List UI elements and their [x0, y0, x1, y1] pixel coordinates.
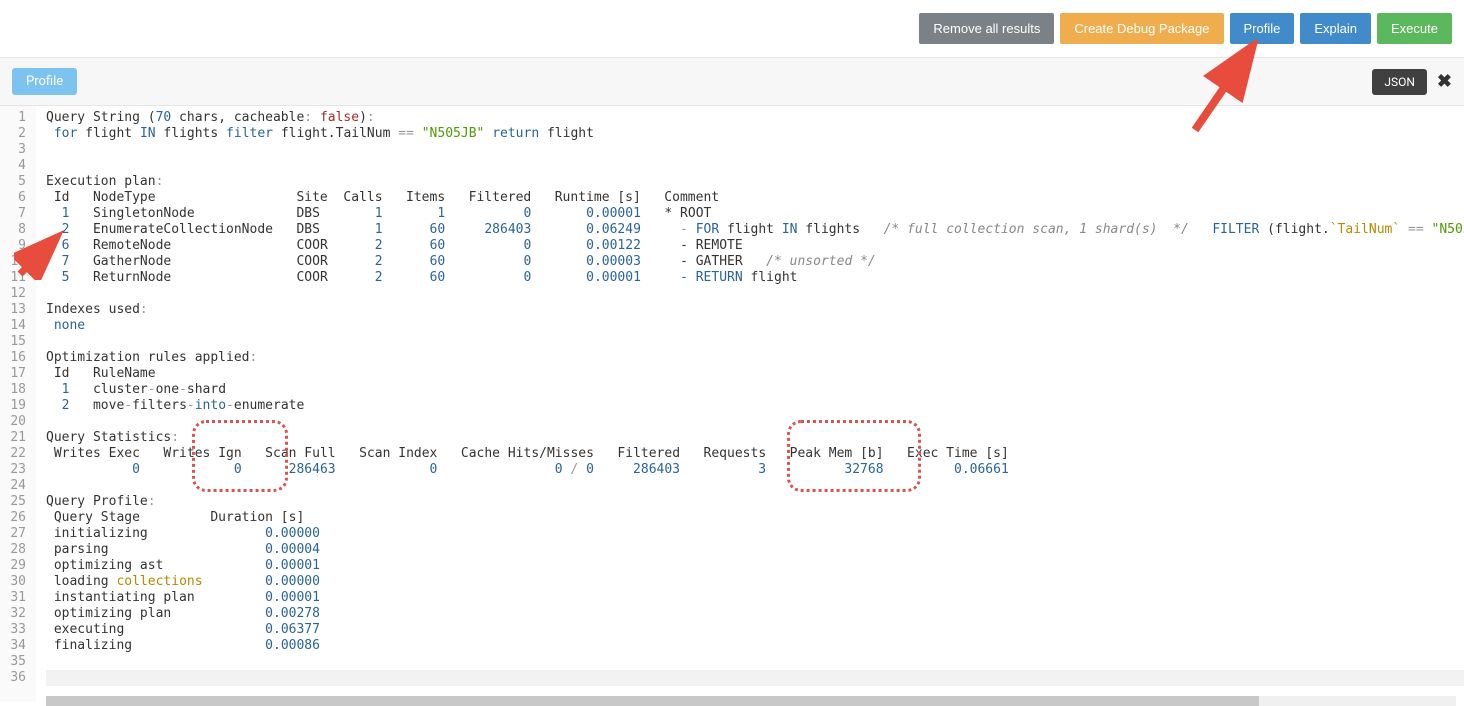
- remove-all-results-button[interactable]: Remove all results: [919, 13, 1054, 44]
- create-debug-package-button[interactable]: Create Debug Package: [1060, 13, 1223, 44]
- profile-tab[interactable]: Profile: [12, 68, 77, 95]
- line-gutter: 1 2 3 4 5 6 7 8 9 10 11 12 13 14 15 16 1…: [0, 106, 36, 702]
- execute-button[interactable]: Execute: [1377, 13, 1452, 44]
- code-editor[interactable]: 1 2 3 4 5 6 7 8 9 10 11 12 13 14 15 16 1…: [0, 106, 1464, 702]
- horizontal-scrollbar[interactable]: [46, 696, 1456, 706]
- code-content: Query String (70 chars, cacheable: false…: [36, 106, 1464, 702]
- json-button[interactable]: JSON: [1372, 69, 1427, 95]
- explain-button[interactable]: Explain: [1300, 13, 1371, 44]
- close-icon[interactable]: ✖: [1437, 71, 1452, 92]
- profile-button[interactable]: Profile: [1230, 13, 1295, 44]
- result-subbar: Profile JSON ✖: [0, 58, 1464, 106]
- top-toolbar: Remove all results Create Debug Package …: [0, 0, 1464, 58]
